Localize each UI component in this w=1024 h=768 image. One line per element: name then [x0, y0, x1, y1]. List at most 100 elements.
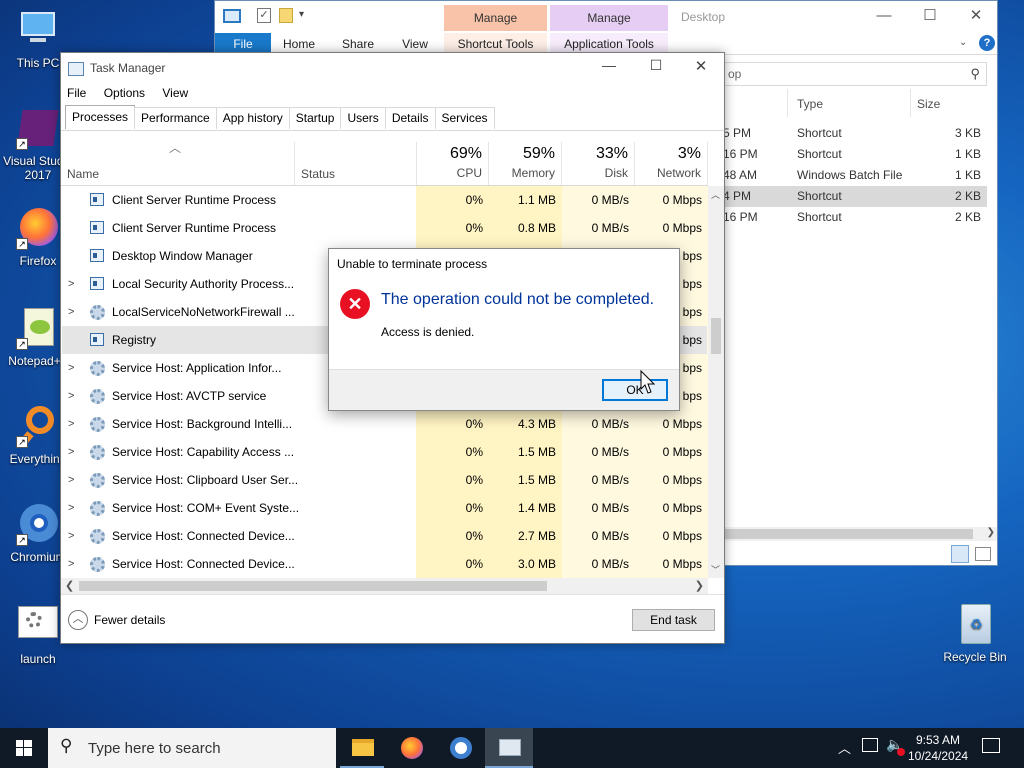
expand-chevron-icon[interactable]: > — [68, 522, 78, 550]
tab-startup[interactable]: Startup — [288, 107, 342, 129]
explorer-maximize-button[interactable]: ☐ — [907, 1, 953, 31]
properties-check-icon[interactable]: ✓ — [257, 8, 271, 23]
error-icon: ✕ — [340, 289, 370, 319]
start-button[interactable] — [0, 728, 48, 768]
explorer-search-box[interactable]: op ⚲ — [723, 62, 987, 86]
scroll-down-icon[interactable]: ﹀ — [711, 563, 720, 576]
process-row[interactable]: Client Server Runtime Process 0% 0.8 MB 0 M… — [62, 214, 707, 242]
minimize-button[interactable]: — — [589, 57, 629, 79]
column-header-network[interactable]: 3% Network — [635, 142, 708, 185]
close-button[interactable]: ✕ — [681, 57, 721, 79]
explorer-minimize-button[interactable]: — — [861, 1, 907, 31]
expand-chevron-icon[interactable]: > — [68, 466, 78, 494]
taskbar-search-box[interactable]: ⚲ Type here to search — [48, 728, 336, 768]
taskbar-firefox[interactable] — [387, 728, 435, 768]
process-name: Client Server Runtime Process — [112, 221, 277, 235]
show-hidden-icons-chevron[interactable]: ︿ — [838, 738, 851, 757]
process-row[interactable]: > Service Host: Capability Access ... 0% 1.… — [62, 438, 707, 466]
menu-options[interactable]: Options — [104, 86, 145, 100]
fewer-details-link[interactable]: Fewer details — [94, 613, 165, 627]
column-header-disk[interactable]: 33% Disk — [562, 142, 635, 185]
process-disk: 0 MB/s — [591, 445, 629, 459]
taskbar-file-explorer[interactable] — [338, 728, 386, 768]
quick-access-dropdown-icon[interactable]: ▾ — [299, 9, 304, 20]
process-row[interactable]: > Service Host: COM+ Event Syste... 0% 1.4 … — [62, 494, 707, 522]
network-icon[interactable] — [862, 738, 878, 752]
expand-chevron-icon[interactable]: > — [68, 270, 78, 298]
menu-file[interactable]: File — [67, 86, 86, 100]
notifications-icon[interactable] — [982, 738, 1000, 753]
fewer-details-chevron-icon[interactable]: ︿ — [68, 610, 88, 630]
taskbar-task-manager[interactable] — [485, 728, 533, 768]
scroll-thumb[interactable] — [711, 318, 721, 354]
scroll-left-icon[interactable]: ❮ — [65, 579, 74, 592]
column-header-size[interactable]: Size — [917, 97, 940, 111]
file-size: 2 KB — [954, 189, 981, 203]
taskbar-chromium[interactable] — [436, 728, 484, 768]
taskbar: ⚲ Type here to search ︿ 🔈 9:53 AM 10/24/… — [0, 728, 1024, 768]
column-header-cpu[interactable]: 69% CPU — [416, 142, 489, 185]
expand-chevron-icon[interactable]: > — [68, 550, 78, 578]
column-header-memory[interactable]: 59% Memory — [489, 142, 562, 185]
explorer-file-row[interactable]: 48 AM Windows Batch File 1 KB — [723, 165, 987, 186]
tab-performance[interactable]: Performance — [134, 107, 217, 129]
visual-studio-icon: ↗ — [16, 106, 60, 150]
mouse-cursor-icon — [640, 370, 656, 394]
file-date: 16 PM — [723, 147, 758, 161]
error-dialog[interactable]: Unable to terminate process ✕ The operat… — [328, 248, 680, 411]
service-gear-icon — [90, 557, 105, 572]
file-type: Shortcut — [797, 210, 842, 224]
process-memory: 1.4 MB — [517, 501, 556, 515]
expand-chevron-icon[interactable]: > — [68, 382, 78, 410]
end-task-button[interactable]: End task — [632, 609, 715, 631]
details-view-icon[interactable] — [951, 545, 969, 563]
process-row[interactable]: > Service Host: Connected Device... 0% 2.7 … — [62, 522, 707, 550]
explorer-close-button[interactable]: ✕ — [953, 1, 999, 31]
explorer-app-icon — [223, 9, 241, 23]
vertical-scrollbar[interactable]: ︿ ﹀ — [708, 186, 724, 578]
expand-chevron-icon[interactable]: > — [68, 438, 78, 466]
process-row[interactable]: Client Server Runtime Process 0% 1.1 MB 0 M… — [62, 186, 707, 214]
process-row[interactable]: > Service Host: Background Intelli... 0% 4.… — [62, 410, 707, 438]
explorer-file-row[interactable]: 4 PM Shortcut 2 KB — [723, 186, 987, 207]
window-title: Task Manager — [90, 61, 166, 75]
process-row[interactable]: > Service Host: Connected Device... 0% 3.0 … — [62, 550, 707, 578]
maximize-button[interactable]: ☐ — [636, 57, 676, 79]
process-row[interactable]: > Service Host: Clipboard User Ser... 0% 1.… — [62, 466, 707, 494]
clock-time: 9:53 AM — [915, 733, 961, 747]
tab-app-history[interactable]: App history — [215, 107, 290, 129]
explorer-file-row[interactable]: 5 PM Shortcut 3 KB — [723, 123, 987, 144]
expand-chevron-icon[interactable]: > — [68, 298, 78, 326]
new-folder-icon[interactable] — [279, 8, 293, 23]
scroll-right-icon[interactable]: ❯ — [695, 579, 704, 592]
file-size: 3 KB — [954, 126, 981, 140]
tab-details[interactable]: Details — [384, 107, 436, 129]
process-disk: 0 MB/s — [591, 473, 629, 487]
menu-view[interactable]: View — [162, 86, 188, 100]
scroll-up-icon[interactable]: ︿ — [711, 188, 720, 201]
explorer-horizontal-scrollbar[interactable]: ❯ — [723, 527, 997, 541]
help-icon[interactable]: ? — [979, 35, 995, 51]
expand-chevron-icon[interactable]: > — [68, 354, 78, 382]
clock[interactable]: 9:53 AM 10/24/2024 — [908, 732, 968, 764]
column-header-name[interactable]: Name — [67, 167, 99, 181]
expand-chevron-icon[interactable]: > — [68, 494, 78, 522]
horizontal-scrollbar[interactable]: ❮ ❯ — [61, 578, 708, 594]
service-gear-icon — [90, 305, 105, 320]
expand-chevron-icon[interactable]: > — [68, 410, 78, 438]
process-memory: 3.0 MB — [517, 557, 556, 571]
ribbon-expand-chevron-icon[interactable]: ⌄ — [959, 37, 967, 48]
process-name: LocalServiceNoNetworkFirewall ... — [112, 305, 295, 319]
tab-services[interactable]: Services — [434, 107, 495, 129]
explorer-file-row[interactable]: 16 PM Shortcut 1 KB — [723, 144, 987, 165]
column-header-status[interactable]: Status — [301, 167, 335, 181]
tab-users[interactable]: Users — [340, 107, 386, 129]
desktop-icon-recycle-bin[interactable]: ♻ Recycle Bin — [936, 602, 1014, 664]
horizontal-scroll-thumb[interactable] — [79, 581, 547, 591]
ok-button[interactable]: OK — [602, 379, 668, 401]
explorer-file-row[interactable]: 16 PM Shortcut 2 KB — [723, 207, 987, 228]
tab-processes[interactable]: Processes — [65, 105, 136, 129]
column-header-type[interactable]: Type — [797, 97, 823, 111]
process-disk: 0 MB/s — [591, 557, 629, 571]
large-icons-view-icon[interactable] — [975, 547, 991, 561]
